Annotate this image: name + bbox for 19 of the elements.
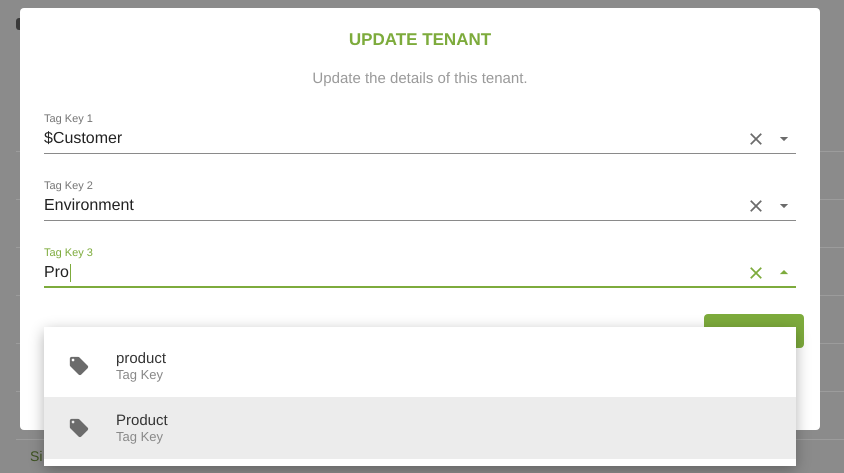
dropdown-arrow-icon[interactable] bbox=[779, 270, 789, 275]
dialog-title: UPDATE TENANT bbox=[348, 30, 492, 50]
tag-icon bbox=[68, 355, 90, 377]
clear-icon[interactable] bbox=[749, 199, 763, 213]
clear-icon[interactable] bbox=[749, 132, 763, 146]
clear-icon[interactable] bbox=[749, 266, 763, 280]
tag-icon bbox=[68, 417, 90, 439]
field-label: Tag Key 1 bbox=[44, 113, 93, 125]
dropdown-arrow-icon[interactable] bbox=[779, 136, 789, 142]
field-label: Tag Key 3 bbox=[44, 247, 93, 259]
combo-field[interactable]: $Customer bbox=[44, 125, 796, 154]
suggestion-item[interactable]: Product Tag Key bbox=[44, 397, 796, 459]
combo-field[interactable]: Environment bbox=[44, 192, 796, 221]
suggestion-item[interactable]: product Tag Key bbox=[44, 335, 796, 397]
dropdown-arrow-icon[interactable] bbox=[779, 204, 789, 208]
combo-field[interactable]: Pro bbox=[44, 259, 796, 288]
dialog-subtitle: Update the details of this tenant. bbox=[311, 70, 529, 87]
field-label: Tag Key 2 bbox=[44, 180, 93, 192]
page-text: Si bbox=[29, 448, 44, 464]
